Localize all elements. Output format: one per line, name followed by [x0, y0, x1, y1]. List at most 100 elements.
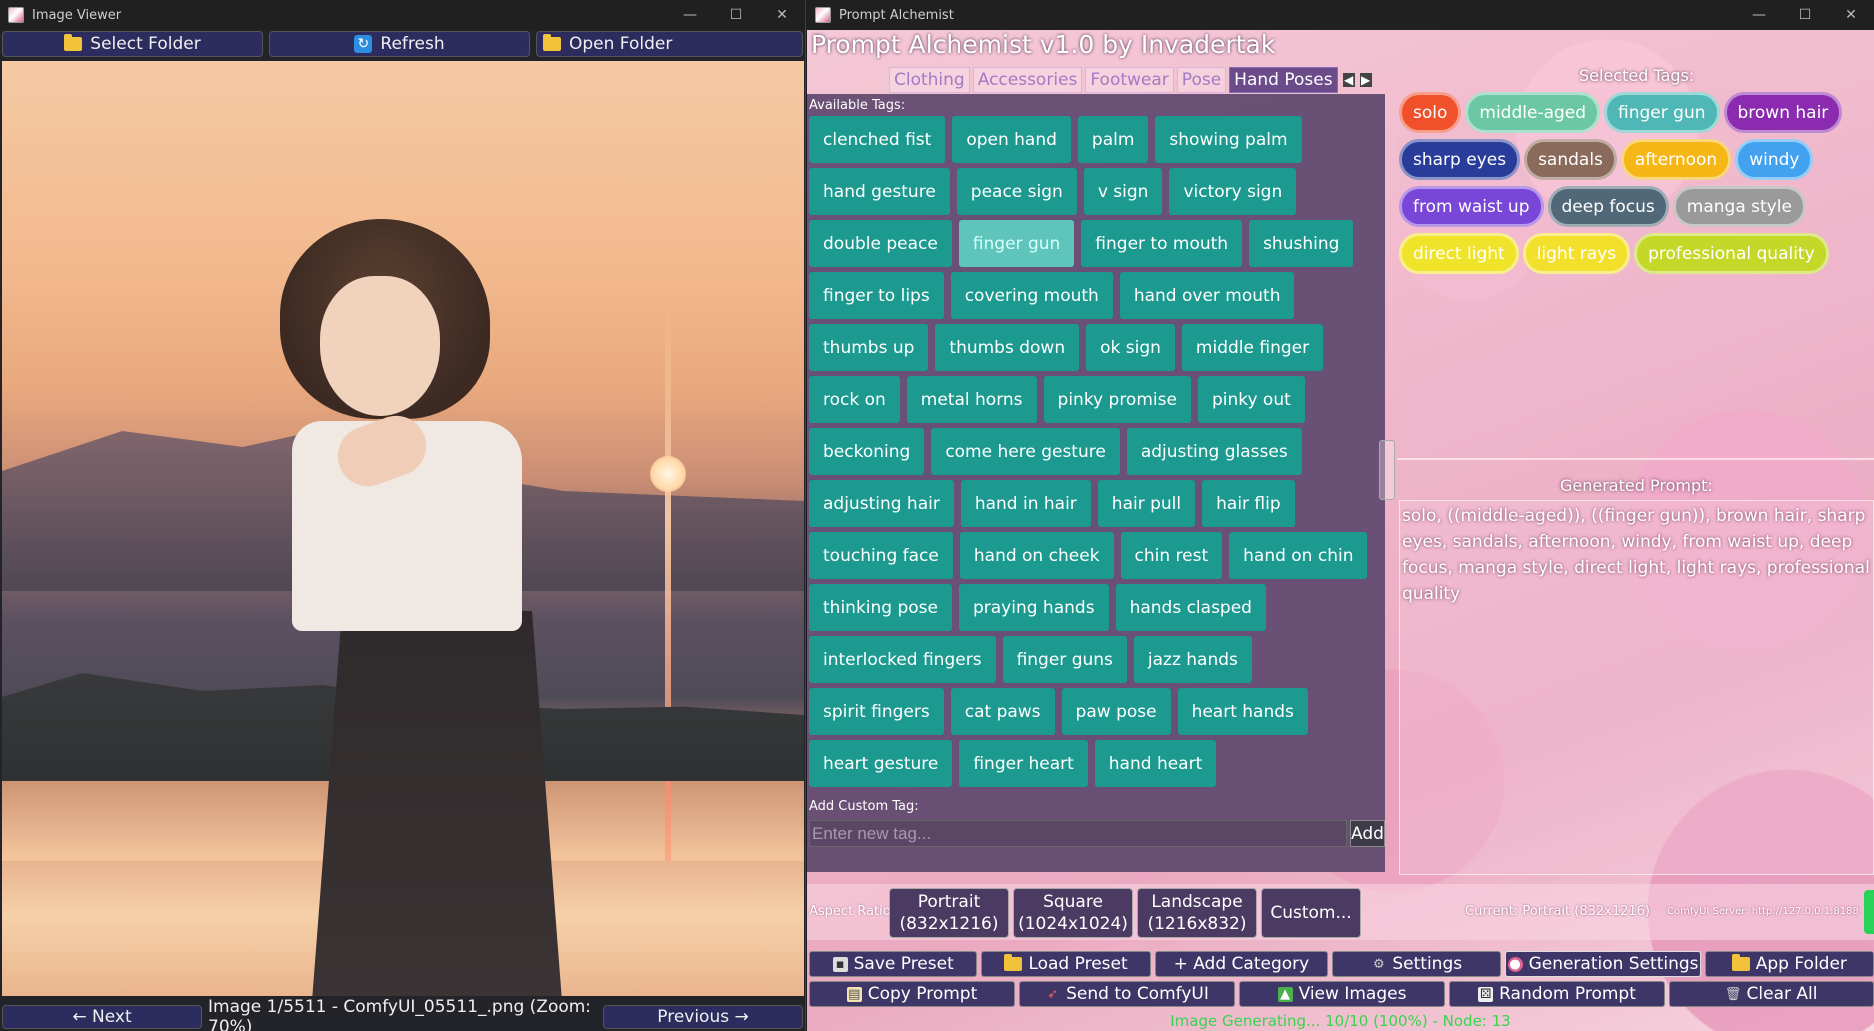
random-prompt-button[interactable]: ⚄ Random Prompt	[1449, 981, 1665, 1007]
refresh-button[interactable]: ↻ Refresh	[269, 31, 530, 57]
tag-button[interactable]: hand on chin	[1229, 532, 1368, 579]
tag-button[interactable]: finger guns	[1002, 636, 1127, 683]
tag-button[interactable]: come here gesture	[931, 428, 1120, 475]
tag-button[interactable]: covering mouth	[950, 272, 1113, 319]
tag-button[interactable]: victory sign	[1169, 168, 1297, 215]
tag-button[interactable]: clenched fist	[809, 116, 946, 163]
view-images-button[interactable]: ▲ View Images	[1239, 981, 1445, 1007]
tag-button[interactable]: beckoning	[809, 428, 925, 475]
open-folder-button[interactable]: Open Folder	[536, 31, 803, 57]
save-preset-button[interactable]: ▪ Save Preset	[809, 951, 978, 977]
selected-tag[interactable]: solo	[1399, 92, 1462, 133]
selected-tag[interactable]: light rays	[1522, 233, 1631, 274]
selected-tag[interactable]: finger gun	[1604, 92, 1720, 133]
tag-button[interactable]: jazz hands	[1133, 636, 1252, 683]
generation-settings-button[interactable]: ● Generation Settings	[1505, 951, 1701, 977]
tag-button[interactable]: finger to lips	[809, 272, 944, 319]
selected-tag[interactable]: deep focus	[1547, 186, 1669, 227]
landscape-ratio-button[interactable]: Landscape (1216x832)	[1137, 888, 1257, 938]
generated-prompt-text[interactable]: solo, ((middle-aged)), ((finger gun)), b…	[1399, 500, 1874, 875]
tag-button[interactable]: ok sign	[1086, 324, 1175, 371]
selected-tag[interactable]: manga style	[1672, 186, 1806, 227]
tag-button[interactable]: rock on	[809, 376, 900, 423]
close-icon[interactable]: ✕	[759, 0, 805, 30]
tag-button[interactable]: hand on cheek	[959, 532, 1114, 579]
selected-tag[interactable]: afternoon	[1620, 139, 1732, 180]
panel-splitter-handle[interactable]	[1379, 440, 1395, 500]
tab-pose[interactable]: Pose	[1176, 67, 1227, 93]
selected-tag[interactable]: sandals	[1524, 139, 1617, 180]
tag-button[interactable]: pinky promise	[1043, 376, 1191, 423]
square-ratio-button[interactable]: Square (1024x1024)	[1013, 888, 1133, 938]
tag-button[interactable]: heart gesture	[809, 740, 953, 787]
tab-footwear[interactable]: Footwear	[1085, 67, 1174, 93]
tag-button[interactable]: peace sign	[956, 168, 1077, 215]
selected-tag[interactable]: brown hair	[1723, 92, 1843, 133]
viewer-titlebar[interactable]: Image Viewer — ☐ ✕	[0, 0, 805, 30]
tag-button[interactable]: hands clasped	[1115, 584, 1266, 631]
add-tag-button[interactable]: Add	[1350, 820, 1385, 847]
clear-all-button[interactable]: 🗑 Clear All	[1669, 981, 1874, 1007]
tag-button[interactable]: hand heart	[1094, 740, 1217, 787]
tag-button[interactable]: finger gun	[958, 220, 1075, 267]
tag-button[interactable]: double peace	[809, 220, 952, 267]
tag-button[interactable]: heart hands	[1177, 688, 1308, 735]
tag-button[interactable]: middle finger	[1181, 324, 1324, 371]
tag-button[interactable]: hand over mouth	[1119, 272, 1295, 319]
app-folder-button[interactable]: App Folder	[1704, 951, 1874, 977]
tag-button[interactable]: adjusting glasses	[1126, 428, 1302, 475]
minimize-icon[interactable]: —	[667, 0, 713, 30]
selected-tag[interactable]: sharp eyes	[1399, 139, 1521, 180]
custom-ratio-button[interactable]: Custom...	[1261, 888, 1361, 938]
tag-button[interactable]: pinky out	[1197, 376, 1305, 423]
add-category-button[interactable]: + Add Category	[1154, 951, 1329, 977]
tag-button[interactable]: shushing	[1249, 220, 1354, 267]
tab-clothing[interactable]: Clothing	[889, 67, 970, 93]
tag-button[interactable]: interlocked fingers	[809, 636, 996, 683]
alchemist-close-icon[interactable]: ✕	[1828, 0, 1874, 30]
tab-accessories[interactable]: Accessories	[972, 67, 1083, 93]
tag-button[interactable]: showing palm	[1155, 116, 1302, 163]
settings-button[interactable]: ⚙ Settings	[1332, 951, 1502, 977]
tag-button[interactable]: thumbs up	[809, 324, 929, 371]
tag-button[interactable]: metal horns	[906, 376, 1037, 423]
copy-prompt-button[interactable]: ▤ Copy Prompt	[809, 981, 1015, 1007]
tag-button[interactable]: hand gesture	[809, 168, 950, 215]
selected-tag[interactable]: windy	[1735, 139, 1814, 180]
next-button[interactable]: ← Next	[2, 1005, 202, 1029]
tag-button[interactable]: adjusting hair	[809, 480, 954, 527]
tag-button[interactable]: chin rest	[1120, 532, 1223, 579]
previous-button[interactable]: Previous →	[603, 1005, 803, 1029]
selected-tag[interactable]: direct light	[1399, 233, 1519, 274]
custom-tag-input[interactable]	[809, 820, 1347, 847]
tag-button[interactable]: hair pull	[1097, 480, 1196, 527]
alchemist-titlebar[interactable]: Prompt Alchemist — ☐ ✕	[807, 0, 1874, 30]
viewer-image[interactable]	[2, 61, 804, 996]
selected-tag[interactable]: middle-aged	[1465, 92, 1601, 133]
tag-button[interactable]: paw pose	[1061, 688, 1171, 735]
tag-button[interactable]: thinking pose	[809, 584, 952, 631]
tab-scroll-left-icon[interactable]: ◀	[1342, 72, 1355, 87]
tag-button[interactable]: hair flip	[1202, 480, 1295, 527]
tag-button[interactable]: praying hands	[958, 584, 1109, 631]
portrait-ratio-button[interactable]: Portrait (832x1216)	[889, 888, 1009, 938]
select-folder-button[interactable]: Select Folder	[2, 31, 263, 57]
alchemist-minimize-icon[interactable]: —	[1736, 0, 1782, 30]
selected-tag[interactable]: from waist up	[1399, 186, 1544, 227]
tag-button[interactable]: finger to mouth	[1081, 220, 1243, 267]
tag-button[interactable]: hand in hair	[960, 480, 1091, 527]
tag-button[interactable]: cat paws	[950, 688, 1055, 735]
tag-button[interactable]: open hand	[952, 116, 1071, 163]
tab-scroll-right-icon[interactable]: ▶	[1359, 72, 1372, 87]
tag-button[interactable]: finger heart	[959, 740, 1088, 787]
alchemist-maximize-icon[interactable]: ☐	[1782, 0, 1828, 30]
tag-button[interactable]: v sign	[1083, 168, 1163, 215]
send-to-comfyui-button[interactable]: ➶ Send to ComfyUI	[1019, 981, 1235, 1007]
tab-hand-poses[interactable]: Hand Poses	[1229, 67, 1338, 93]
load-preset-button[interactable]: Load Preset	[981, 951, 1151, 977]
tag-button[interactable]: touching face	[809, 532, 953, 579]
maximize-icon[interactable]: ☐	[713, 0, 759, 30]
tag-button[interactable]: thumbs down	[935, 324, 1080, 371]
selected-tag[interactable]: professional quality	[1634, 233, 1829, 274]
tag-button[interactable]: palm	[1077, 116, 1149, 163]
